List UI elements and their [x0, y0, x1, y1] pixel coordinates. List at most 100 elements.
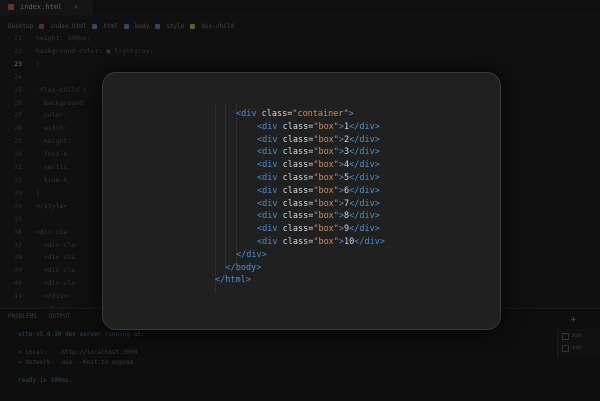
code-tag: </div> — [349, 211, 380, 222]
code-attribute: class — [277, 211, 309, 222]
code-line: <div class="box">9</div> — [215, 223, 385, 236]
tag-icon — [155, 23, 161, 29]
code-tag: </div> — [236, 249, 267, 260]
code-line: <div class="box">6</div> — [215, 185, 385, 198]
code-string: "box" — [313, 211, 339, 222]
tag-icon — [92, 23, 98, 29]
code-attribute: class — [277, 224, 309, 235]
code-line: height: 300px; — [36, 34, 91, 42]
code-line: background-color: ■ lightgray; — [36, 46, 154, 55]
code-attribute: class — [256, 109, 288, 119]
code-tag: <div — [257, 147, 278, 158]
breadcrumb-item[interactable]: html — [103, 23, 117, 30]
tag-icon — [123, 23, 129, 29]
terminal-line: vite v5.0.10 dev server running at: — [18, 331, 145, 338]
tab-output[interactable]: OUTPUT — [49, 313, 71, 320]
code-string: "box" — [313, 134, 339, 145]
code-attribute: class — [277, 236, 309, 247]
code-tag: <div — [257, 236, 278, 247]
line-number: 37 — [14, 240, 22, 249]
code-string: "box" — [313, 185, 339, 196]
line-number: 30 — [14, 150, 22, 159]
code-line: </body> — [215, 262, 385, 275]
code-string: "container" — [292, 109, 349, 119]
code-string: "box" — [313, 147, 339, 158]
terminal-list-item[interactable]: zsh — [562, 332, 596, 340]
code-line: <div class="box">1</div> — [215, 121, 385, 134]
code-tag: <div — [257, 160, 278, 171]
line-number: 23 — [14, 59, 22, 68]
line-number-gutter: 21 22 23 24 25 26 27 28 29 30 31 32 33 34 35 36 37 38 39 40… — [0, 32, 30, 302]
line-number: 25 — [14, 85, 22, 94]
line-number: 33 — [14, 188, 22, 197]
terminal-label: zsh — [572, 345, 582, 351]
terminal-icon — [562, 344, 569, 352]
line-number: 22 — [14, 46, 22, 55]
line-number: 21 — [14, 34, 22, 42]
code-line: <div class="container"> — [215, 108, 385, 121]
code-attribute: class — [277, 147, 309, 158]
code-tag: </div> — [349, 198, 380, 209]
code-tag: </div> — [349, 224, 380, 235]
code-tag: <div — [236, 109, 257, 119]
code-tag: <div — [257, 172, 278, 183]
html-file-icon — [39, 23, 45, 29]
code-attribute: class — [277, 185, 309, 196]
code-tag: </html> — [215, 275, 251, 286]
terminal-line: > Local: http://localhost:3000 — [18, 349, 138, 356]
code-text: 10 — [344, 236, 355, 247]
code-attribute: class — [277, 160, 309, 171]
line-number: 35 — [14, 214, 22, 223]
code-line: <div class="box">2</div> — [215, 134, 385, 147]
code-tag: <div — [257, 185, 278, 196]
line-number: 36 — [14, 227, 22, 236]
terminal-label: zsh — [572, 333, 582, 339]
code-attribute: class — [277, 121, 309, 132]
tab-label: index.html — [20, 3, 63, 11]
line-number: 28 — [14, 124, 22, 133]
code-attribute: class — [277, 198, 309, 209]
line-number: 40 — [14, 279, 22, 288]
code-line: <div class="box">4</div> — [215, 159, 385, 172]
close-icon[interactable]: × — [74, 3, 78, 11]
code-string: "box" — [313, 198, 339, 209]
code-tag: </div> — [349, 147, 380, 158]
code-tag: </div> — [349, 172, 380, 183]
line-number: 27 — [14, 111, 22, 120]
code-preview-card: <div class="container"> <div class="box">… — [102, 72, 501, 330]
code-tag: <div — [257, 134, 278, 145]
code-tag: </div> — [354, 236, 386, 247]
code-line: <div class="box">8</div> — [215, 210, 385, 223]
tab-problems[interactable]: PROBLEMS — [8, 313, 37, 320]
breadcrumb-item[interactable]: Desktop — [8, 23, 33, 30]
code-attribute: class — [277, 134, 309, 145]
code-line: <div class="box">10</div> — [215, 236, 385, 249]
line-number: 39 — [14, 266, 22, 275]
code-line: </html> — [215, 274, 385, 287]
code-string: "box" — [313, 224, 339, 235]
breadcrumb-item[interactable]: style — [166, 23, 184, 30]
editor-tab-bar: index.html × — [0, 0, 600, 15]
breadcrumb-item[interactable]: body — [135, 23, 149, 30]
line-number: 29 — [14, 137, 22, 146]
code-string: "box" — [313, 160, 339, 171]
code-string: "box" — [313, 121, 339, 132]
html-file-icon — [8, 4, 14, 10]
new-terminal-button[interactable]: + — [571, 315, 576, 325]
code-line: <div class="box">3</div> — [215, 146, 385, 159]
code-tag: </div> — [349, 121, 380, 132]
breadcrumb: Desktop index.html html body style box-c… — [0, 21, 600, 31]
css-rule-icon — [190, 23, 196, 29]
terminal-list-item[interactable]: zsh — [562, 344, 596, 352]
breadcrumb-item[interactable]: index.html — [50, 23, 86, 30]
line-number: 24 — [14, 72, 22, 81]
code-tag: <div — [257, 198, 278, 209]
code-tag: > — [348, 109, 354, 119]
line-number: 26 — [14, 98, 22, 107]
terminal-line: ready in 190ms. — [18, 377, 73, 384]
breadcrumb-item[interactable]: box-child — [201, 23, 234, 30]
code-tag: </div> — [349, 185, 380, 196]
line-number: 32 — [14, 175, 22, 184]
line-number: 38 — [14, 253, 22, 262]
tab-index-html[interactable]: index.html × — [0, 0, 92, 14]
